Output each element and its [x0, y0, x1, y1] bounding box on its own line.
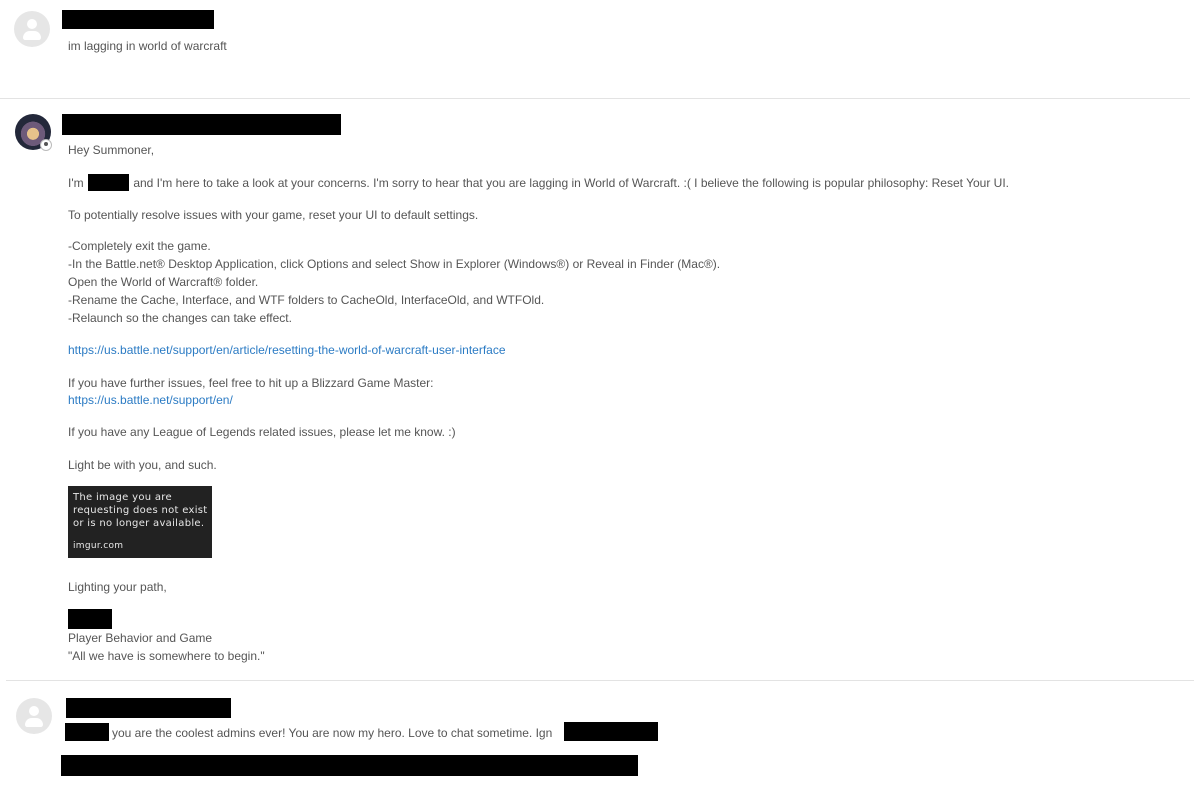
step-item: -Relaunch so the changes can take effect…: [68, 311, 292, 325]
signoff: Lighting your path,: [68, 580, 167, 594]
reset-ui-link[interactable]: https://us.battle.net/support/en/article…: [68, 343, 506, 357]
avatar-head: [29, 706, 39, 716]
post-divider: [0, 98, 1190, 99]
step-item: -Completely exit the game.: [68, 239, 211, 253]
post-1-message: im lagging in world of warcraft: [68, 39, 227, 53]
support-link[interactable]: https://us.battle.net/support/en/: [68, 393, 233, 407]
intro-line: I'm and I'm here to take a look at your …: [68, 174, 1009, 191]
reset-ui-link-row: https://us.battle.net/support/en/article…: [68, 343, 506, 357]
step-item: -Rename the Cache, Interface, and WTF fo…: [68, 293, 545, 307]
quote: "All we have is somewhere to begin.": [68, 649, 265, 663]
team-name: Player Behavior and Game: [68, 631, 213, 645]
missing-image-message: The image you are requesting does not ex…: [73, 492, 208, 529]
missing-image-placeholder[interactable]: The image you are requesting does not ex…: [68, 486, 212, 558]
avatar-body: [25, 718, 43, 727]
staff-badge-icon: [40, 139, 52, 151]
light-text: Light be with you, and such.: [68, 458, 217, 472]
redacted-signature: [68, 609, 112, 629]
support-link-row: https://us.battle.net/support/en/: [68, 393, 233, 407]
avatar-head: [27, 19, 37, 29]
league-text: If you have any League of Legends relate…: [68, 425, 456, 439]
redacted-username: [62, 10, 214, 29]
user-avatar-icon[interactable]: [16, 698, 52, 734]
user-avatar-icon[interactable]: [14, 11, 50, 47]
redacted-mention: [65, 723, 109, 741]
greeting: Hey Summoner,: [68, 143, 155, 157]
post-divider: [6, 680, 1194, 681]
post-3-message: you are the coolest admins ever! You are…: [112, 726, 553, 740]
intro-pre: I'm: [68, 176, 84, 190]
resolve-paragraph: To potentially resolve issues with your …: [68, 208, 479, 222]
avatar-body: [23, 31, 41, 40]
step-item: -In the Battle.net® Desktop Application,…: [68, 257, 721, 271]
step-item: Open the World of Warcraft® folder.: [68, 275, 259, 289]
intro-post: and I'm here to take a look at your conc…: [133, 176, 1010, 190]
further-issues-text: If you have further issues, feel free to…: [68, 376, 434, 390]
redacted-username: [62, 114, 341, 135]
redacted-username: [66, 698, 231, 718]
missing-image-source: imgur.com: [73, 541, 124, 551]
redacted-line: [61, 755, 638, 776]
redacted-name: [87, 174, 129, 191]
redacted-ign: [564, 722, 658, 741]
